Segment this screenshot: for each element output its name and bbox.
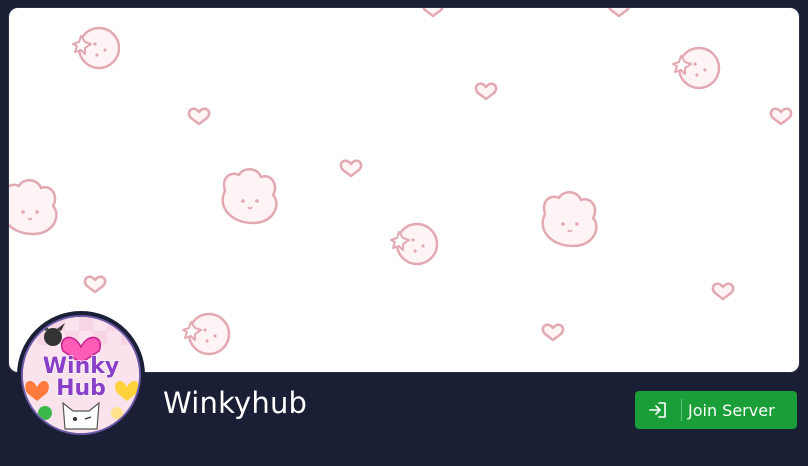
heart-icon [711, 282, 735, 301]
server-avatar: Winky Hub [17, 311, 145, 439]
strawberry-icon [181, 312, 231, 356]
heart-icon [769, 107, 793, 126]
strawberry-icon [671, 46, 721, 90]
strawberry-icon [71, 26, 121, 70]
join-server-label: Join Server [688, 400, 775, 420]
server-card: Winky Hub Winkyhub Join Server [0, 0, 808, 466]
bunny-icon [221, 167, 278, 225]
strawberry-icon [389, 222, 439, 266]
heart-icon [541, 323, 565, 342]
enter-icon [635, 399, 682, 421]
heart-icon [83, 275, 107, 294]
heart-icon [474, 82, 498, 101]
heart-icon [421, 8, 445, 18]
bunny-icon [9, 178, 58, 236]
heart-icon [187, 107, 211, 126]
heart-icon [607, 8, 631, 18]
heart-icon [339, 159, 363, 178]
svg-text:Hub: Hub [56, 376, 106, 401]
join-server-button[interactable]: Join Server [635, 391, 797, 429]
server-banner [8, 7, 800, 373]
banner-pattern [9, 8, 793, 356]
server-name: Winkyhub [163, 386, 308, 420]
bunny-icon [541, 190, 598, 248]
winkyhub-logo: Winky Hub [21, 315, 141, 435]
